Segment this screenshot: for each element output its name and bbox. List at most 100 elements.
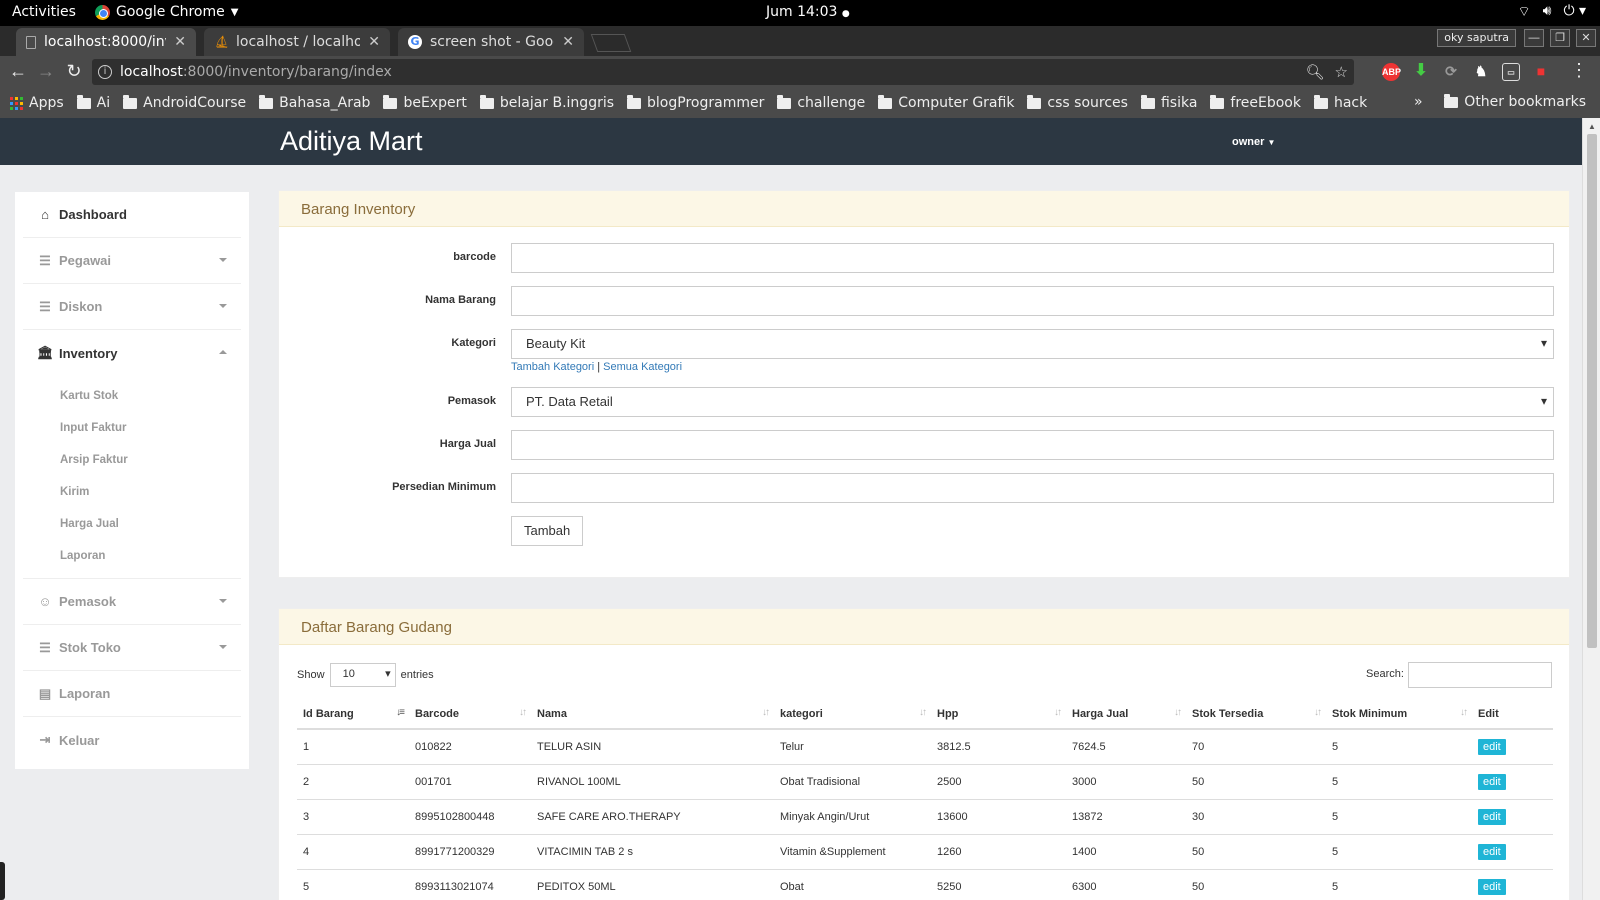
bookmark-folder[interactable]: Computer Grafik <box>878 94 1014 111</box>
bookmark-folder[interactable]: challenge <box>777 94 865 111</box>
bookmark-label: blogProgrammer <box>647 95 765 111</box>
edit-button[interactable]: edit <box>1478 878 1506 895</box>
close-icon[interactable]: ✕ <box>174 34 186 50</box>
bookmark-folder[interactable]: AndroidCourse <box>123 94 246 111</box>
tab-google-search[interactable]: G screen shot - Googl ✕ <box>398 28 584 56</box>
sidebar-item-dashboard[interactable]: ⌂ Dashboard <box>23 192 241 238</box>
adblock-plus-icon[interactable]: ABP <box>1382 63 1401 81</box>
submenu-harga-jual[interactable]: Harga Jual <box>23 508 241 540</box>
bookmark-star-icon[interactable]: ☆ <box>1335 63 1348 81</box>
submenu-laporan[interactable]: Laporan <box>23 540 241 572</box>
sidebar-item-label: Dashboard <box>59 207 127 222</box>
sidebar-item-diskon[interactable]: ☰ Diskon <box>23 284 241 330</box>
bookmark-folder[interactable]: freeEbook <box>1210 94 1301 111</box>
google-icon: G <box>408 35 422 49</box>
user-menu[interactable]: owner ▼ <box>1232 136 1275 148</box>
cell-barcode: 8991771200329 <box>409 834 531 870</box>
camera-icon[interactable]: ■ <box>1532 63 1550 81</box>
tab-phpmyadmin[interactable]: ⛵︎ localhost / localhos ✕ <box>204 28 390 56</box>
gnome-extension-icon[interactable]: ♞ <box>1472 63 1490 81</box>
page-length-select[interactable]: 10 <box>329 663 396 687</box>
brand-logo[interactable]: Aditiya Mart <box>280 126 423 157</box>
edit-button[interactable]: edit <box>1478 843 1506 860</box>
forward-icon[interactable]: → <box>34 60 58 84</box>
edit-button[interactable]: edit <box>1478 738 1506 755</box>
bookmark-folder[interactable]: Bahasa_Arab <box>259 94 370 111</box>
column-header[interactable]: kategori ↓↑ <box>774 699 931 730</box>
edit-button[interactable]: edit <box>1478 773 1506 790</box>
page-length-value: 10 <box>342 668 355 680</box>
bookmark-folder[interactable]: belajar B.inggris <box>479 94 614 111</box>
edit-button[interactable]: edit <box>1478 808 1506 825</box>
restore-icon[interactable]: ❐ <box>1550 29 1570 47</box>
submenu-kirim[interactable]: Kirim <box>23 476 241 508</box>
reload-icon[interactable]: ↻ <box>62 60 86 84</box>
table-row: 4 8991771200329 VITACIMIN TAB 2 s Vitami… <box>297 834 1553 870</box>
search-input[interactable] <box>1408 662 1552 688</box>
column-header[interactable]: Nama ↓↑ <box>531 699 774 730</box>
nama-barang-input[interactable] <box>511 286 1554 316</box>
persediaan-minimum-input[interactable] <box>511 473 1554 503</box>
sync-icon[interactable]: ⟳ <box>1442 63 1460 81</box>
submenu-arsip-faktur[interactable]: Arsip Faktur <box>23 444 241 476</box>
system-tray[interactable]: ⌔ 🔊︎ ⏻ ▾ <box>1517 3 1586 21</box>
sidebar-item-inventory[interactable]: 🏛︎ Inventory <box>23 330 241 376</box>
window-close-icon[interactable]: ✕ <box>1576 29 1596 47</box>
column-header[interactable]: Stok Minimum ↓↑ <box>1326 699 1472 730</box>
bookmarks-overflow-button[interactable]: » <box>1414 94 1423 110</box>
column-header[interactable]: Harga Jual ↓↑ <box>1066 699 1186 730</box>
column-header[interactable]: Barcode ↓↑ <box>409 699 531 730</box>
harga-jual-input[interactable] <box>511 430 1554 460</box>
bookmark-folder[interactable]: fisika <box>1140 94 1197 111</box>
tab-inventory[interactable]: localhost:8000/inve ✕ <box>16 28 196 56</box>
column-header[interactable]: Stok Tersedia ↓↑ <box>1186 699 1326 730</box>
column-header[interactable]: Id Barang ↓≡ <box>297 699 409 730</box>
sidebar-item-keluar[interactable]: ⇥ Keluar <box>23 717 241 763</box>
app-menu[interactable]: Google Chrome ▼ <box>95 4 238 20</box>
sidebar-item-pemasok[interactable]: ☺ Pemasok <box>23 579 241 625</box>
semua-kategori-link[interactable]: Semua Kategori <box>603 361 682 373</box>
screencast-icon[interactable]: ▭ <box>1502 63 1520 81</box>
column-header[interactable]: Hpp ↓↑ <box>931 699 1066 730</box>
notification-dot-icon: ● <box>841 9 850 19</box>
tambah-kategori-link[interactable]: Tambah Kategori <box>511 361 594 373</box>
address-bar[interactable]: i localhost:8000/inventory/barang/index … <box>92 59 1354 85</box>
cell-barcode: 8993113021074 <box>409 869 531 900</box>
close-icon[interactable]: ✕ <box>368 34 380 50</box>
chrome-menu-icon[interactable]: ⋮ <box>1570 60 1588 81</box>
barcode-input[interactable] <box>511 243 1554 273</box>
bookmark-folder[interactable]: hack <box>1313 94 1367 111</box>
sidebar-item-stok-toko[interactable]: ☰ Stok Toko <box>23 625 241 671</box>
bookmark-apps[interactable]: Apps <box>10 95 64 111</box>
page-scrollbar[interactable]: ▲ <box>1582 118 1600 900</box>
column-header-label: Stok Tersedia <box>1192 707 1264 720</box>
folder-icon <box>1210 94 1225 109</box>
folder-icon <box>1444 93 1459 108</box>
kategori-select[interactable]: Beauty Kit <box>511 329 1554 359</box>
activities-button[interactable]: Activities <box>12 4 76 20</box>
minimize-icon[interactable]: — <box>1524 29 1544 47</box>
download-icon[interactable]: ⬇ <box>1412 63 1430 81</box>
close-icon[interactable]: ✕ <box>562 34 574 50</box>
bookmark-folder[interactable]: css sources <box>1027 94 1128 111</box>
clock[interactable]: Jum 14:03 ● <box>766 4 850 20</box>
sort-icon: ↓↑ <box>762 707 770 718</box>
bookmark-folder[interactable]: Ai <box>76 94 110 111</box>
profile-button[interactable]: oky saputra <box>1437 29 1516 47</box>
sidebar-item-laporan[interactable]: ▤ Laporan <box>23 671 241 717</box>
zoom-icon[interactable]: 🔍︎ <box>1306 63 1325 81</box>
info-icon[interactable]: i <box>98 65 112 79</box>
submenu-kartu-stok[interactable]: Kartu Stok <box>23 380 241 412</box>
back-icon[interactable]: ← <box>6 60 30 84</box>
tambah-button[interactable]: Tambah <box>511 516 584 546</box>
new-tab-button[interactable] <box>590 34 632 52</box>
scrollbar-thumb[interactable] <box>1587 134 1597 648</box>
cell-stok-tersedia: 30 <box>1186 799 1326 835</box>
bookmark-folder[interactable]: blogProgrammer <box>627 94 765 111</box>
sidebar-item-pegawai[interactable]: ☰ Pegawai <box>23 238 241 284</box>
pemasok-select[interactable]: PT. Data Retail <box>511 387 1554 417</box>
other-bookmarks[interactable]: Other bookmarks <box>1444 93 1586 110</box>
submenu-input-faktur[interactable]: Input Faktur <box>23 412 241 444</box>
scroll-up-icon[interactable]: ▲ <box>1588 122 1596 131</box>
bookmark-folder[interactable]: beExpert <box>383 94 467 111</box>
